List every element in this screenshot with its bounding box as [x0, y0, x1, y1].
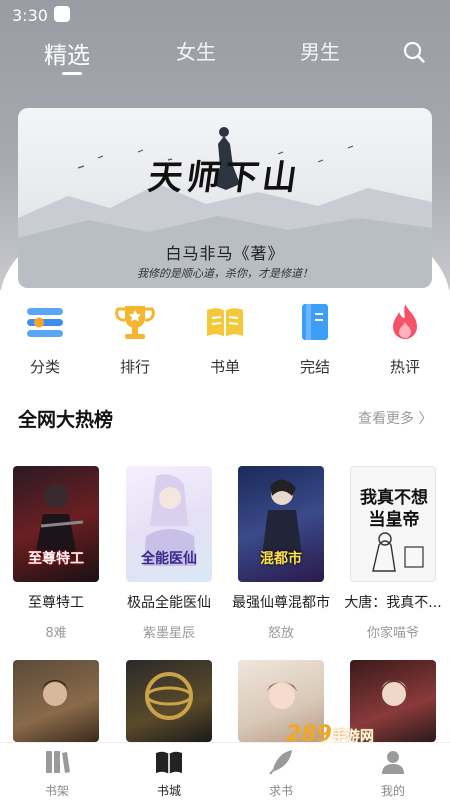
quick-nav-category[interactable]: 分类 — [0, 300, 90, 377]
nav-profile[interactable]: 我的 — [348, 747, 438, 799]
cover-title: 至尊特工 — [28, 551, 84, 567]
book-list-icon — [207, 308, 243, 337]
quick-nav-label: 书单 — [209, 358, 240, 376]
book-cover: 全能医仙 — [126, 466, 212, 582]
book-title: 最强仙尊混都市 — [232, 595, 330, 611]
quick-nav-hot-reviews[interactable]: 热评 — [360, 300, 450, 377]
nav-label: 书城 — [156, 784, 181, 798]
book-title: 极品全能医仙 — [127, 595, 211, 611]
book-card[interactable]: 全能医仙 极品全能医仙 紫墨星辰 — [126, 466, 218, 641]
book-cover — [126, 660, 212, 742]
nav-label: 我的 — [380, 784, 405, 798]
book-author: 紫墨星辰 — [142, 626, 195, 641]
status-bar: 3:30 — [0, 0, 450, 32]
nav-label: 书架 — [44, 784, 69, 798]
quick-nav-finished[interactable]: 完结 — [270, 300, 360, 377]
trophy-icon — [115, 306, 155, 339]
nav-bookshelf[interactable]: 书架 — [12, 747, 102, 799]
tab-underline — [62, 72, 82, 75]
banner-title: 天师下山 — [145, 158, 304, 198]
bookstore-icon — [156, 751, 182, 774]
cover-title: 混都市 — [260, 551, 302, 567]
quick-nav-label: 完结 — [299, 358, 330, 376]
quick-nav-label: 热评 — [389, 358, 420, 376]
status-time: 3:30 — [12, 6, 48, 25]
flame-icon — [393, 304, 417, 339]
search-icon[interactable] — [402, 40, 426, 64]
banner-author: 白马非马《著》 — [165, 244, 285, 263]
quick-nav-booklist[interactable]: 书单 — [180, 300, 270, 377]
quick-nav-label: 分类 — [29, 358, 60, 376]
cover-art — [41, 680, 69, 706]
book-card[interactable] — [126, 660, 218, 742]
book-cover: 至尊特工 — [13, 466, 99, 582]
category-icon — [27, 308, 63, 337]
nav-request[interactable]: 求书 — [236, 747, 326, 799]
tab-featured[interactable]: 精选 — [44, 36, 90, 70]
book-author: 你家喵爷 — [366, 626, 419, 641]
tab-female[interactable]: 女生 — [176, 36, 216, 65]
bottom-nav: 书架 书城 求书 我的 — [0, 742, 450, 801]
nav-label: 求书 — [268, 784, 293, 798]
book-author: 8难 — [45, 626, 67, 641]
book-cover — [13, 660, 99, 742]
cover-art — [372, 532, 424, 572]
finished-book-icon — [302, 304, 328, 340]
section-title: 全网大热榜 — [18, 409, 114, 431]
see-more-link[interactable]: 查看更多 〉 — [358, 408, 432, 428]
top-tabs: 精选 女生 男生 — [0, 36, 450, 76]
nav-bookstore[interactable]: 书城 — [124, 747, 214, 799]
book-cover: 混都市 — [238, 466, 324, 582]
book-cover: 我真不想当皇帝 — [350, 466, 436, 582]
cover-title: 全能医仙 — [141, 551, 197, 567]
cover-art — [145, 672, 193, 720]
quill-icon — [269, 750, 292, 775]
book-card[interactable] — [13, 660, 105, 742]
book-card[interactable]: 混都市 最强仙尊混都市 怒放 — [232, 466, 330, 641]
book-author: 怒放 — [267, 626, 294, 641]
notification-icon — [54, 6, 70, 22]
quick-nav-ranking[interactable]: 排行 — [90, 300, 180, 377]
bookshelf-icon — [46, 751, 70, 773]
book-card[interactable]: 我真不想当皇帝 大唐：我真不... 你家喵爷 — [344, 466, 442, 641]
quick-nav-label: 排行 — [119, 358, 150, 376]
profile-icon — [382, 751, 404, 774]
banner-slogan: 我修的是顺心道，杀你，才是修道！ — [137, 267, 313, 280]
quick-nav: 分类 排行 书单 完结 热评 — [0, 300, 450, 380]
book-title: 大唐：我真不... — [344, 595, 442, 611]
tab-male[interactable]: 男生 — [300, 36, 340, 65]
book-title: 至尊特工 — [28, 595, 84, 611]
book-card[interactable]: 至尊特工 至尊特工 8难 — [13, 466, 105, 641]
